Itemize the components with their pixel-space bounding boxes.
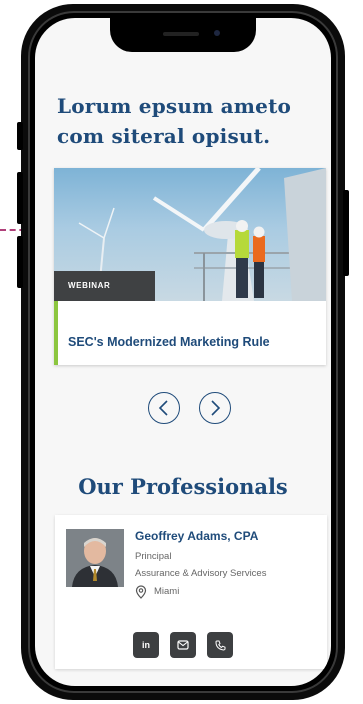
- carousel-prev-button[interactable]: [148, 392, 180, 424]
- speaker-grille: [163, 32, 199, 36]
- phone-volume-up: [17, 172, 23, 224]
- phone-volume-down: [17, 236, 23, 288]
- phone-power-button: [343, 190, 349, 276]
- linkedin-icon: in: [142, 640, 150, 650]
- phone-screen: Lorum epsum ameto com siteral opisut. WE…: [35, 18, 331, 686]
- chevron-left-icon: [158, 400, 168, 416]
- avatar: [66, 529, 124, 587]
- front-camera: [214, 30, 220, 36]
- carousel-next-button[interactable]: [199, 392, 231, 424]
- email-icon: [177, 640, 189, 650]
- card-title[interactable]: SEC's Modernized Marketing Rule: [68, 335, 324, 349]
- featured-card[interactable]: WEBINAR SEC's Modernized Marketing Rule: [54, 168, 326, 365]
- page-headline: Lorum epsum ameto com siteral opisut.: [57, 94, 292, 148]
- phone-icon: [214, 640, 225, 651]
- professional-card[interactable]: Geoffrey Adams, CPA Principal Assurance …: [55, 515, 327, 669]
- chevron-right-icon: [211, 400, 221, 416]
- phone-call-button[interactable]: [207, 632, 233, 658]
- professional-location: Miami: [154, 586, 180, 597]
- section-title: Our Professionals: [78, 474, 288, 499]
- phone-mute-switch: [17, 122, 23, 150]
- card-accent-bar: [54, 301, 58, 365]
- professional-department: Assurance & Advisory Services: [135, 568, 267, 579]
- map-pin-icon: [135, 585, 147, 599]
- phone-notch: [110, 18, 256, 52]
- webinar-badge: WEBINAR: [54, 271, 155, 301]
- professional-name[interactable]: Geoffrey Adams, CPA: [135, 529, 258, 543]
- email-button[interactable]: [170, 632, 196, 658]
- linkedin-button[interactable]: in: [133, 632, 159, 658]
- professional-role: Principal: [135, 551, 172, 562]
